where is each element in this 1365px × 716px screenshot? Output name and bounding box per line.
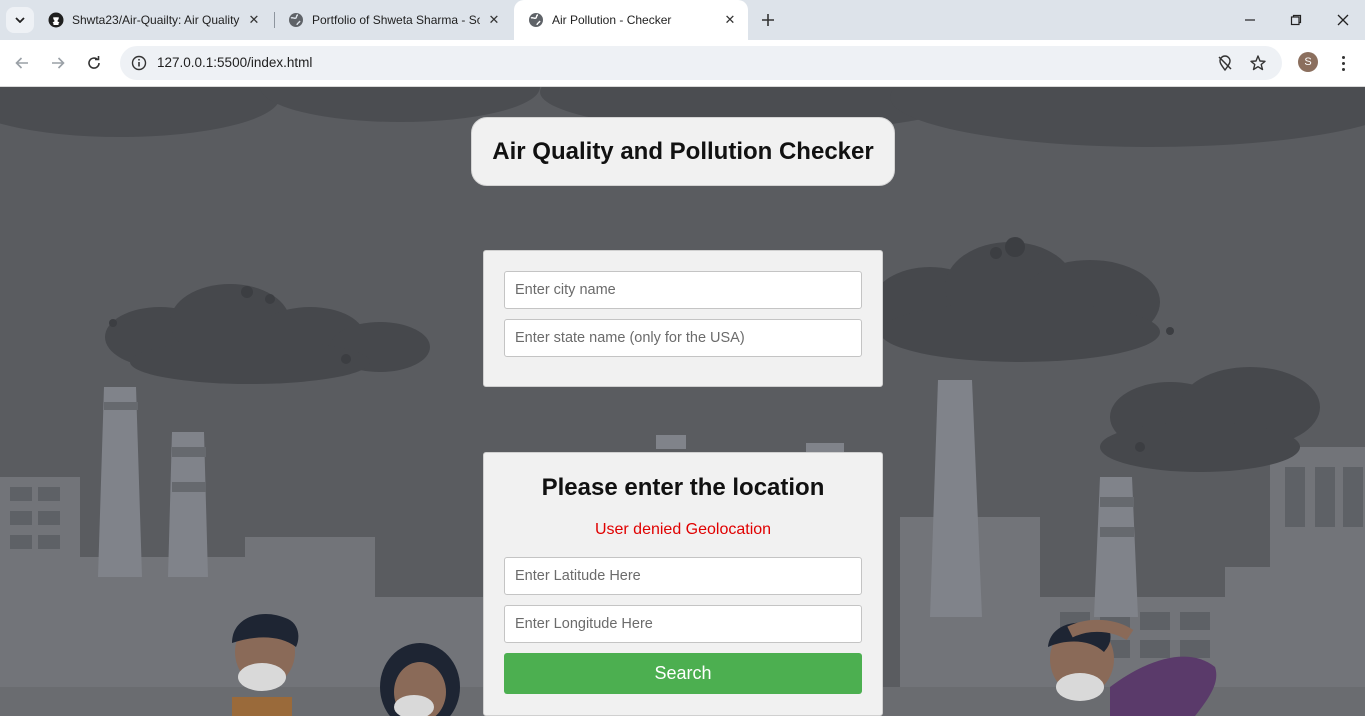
back-icon[interactable] — [10, 51, 34, 75]
latitude-input[interactable] — [504, 557, 862, 595]
page-title-card: Air Quality and Pollution Checker — [471, 117, 895, 186]
profile-avatar[interactable]: S — [1298, 52, 1318, 72]
address-bar[interactable]: 127.0.0.1:5500/index.html — [120, 46, 1282, 80]
globe-icon — [288, 12, 304, 28]
new-tab-icon[interactable] — [756, 8, 780, 32]
close-window-icon[interactable] — [1331, 8, 1355, 32]
location-heading: Please enter the location — [541, 474, 825, 501]
url-text: 127.0.0.1:5500/index.html — [157, 55, 313, 70]
tab-github[interactable]: Shwta23/Air-Quailty: Air Quality ✕ — [34, 0, 272, 40]
forward-icon[interactable] — [46, 51, 70, 75]
globe-icon — [528, 12, 544, 28]
city-search-card — [483, 250, 883, 387]
browser-menu-icon[interactable] — [1333, 52, 1353, 74]
tab-label: Portfolio of Shweta Sharma - So — [312, 13, 480, 27]
person-illustration-left — [232, 613, 299, 716]
longitude-input[interactable] — [504, 605, 862, 643]
page-viewport: Air Quality and Pollution Checker Please… — [0, 87, 1365, 716]
tab-label: Air Pollution - Checker — [552, 13, 672, 27]
location-blocked-icon[interactable] — [1215, 53, 1235, 73]
bookmark-star-icon[interactable] — [1248, 53, 1268, 73]
geolocation-error-message: User denied Geolocation — [594, 521, 772, 538]
close-tab-icon[interactable]: ✕ — [722, 12, 738, 28]
tab-strip: Shwta23/Air-Quailty: Air Quality ✕ Portf… — [0, 0, 1365, 40]
location-card: Please enter the location User denied Ge… — [483, 452, 883, 716]
close-tab-icon[interactable]: ✕ — [486, 12, 502, 28]
state-input[interactable] — [504, 319, 862, 357]
close-tab-icon[interactable]: ✕ — [246, 12, 262, 28]
tab-portfolio[interactable]: Portfolio of Shweta Sharma - So ✕ — [274, 0, 512, 40]
page-title: Air Quality and Pollution Checker — [492, 137, 874, 165]
tab-air-pollution[interactable]: Air Pollution - Checker ✕ — [514, 0, 748, 40]
tab-search-chevron-icon[interactable] — [6, 7, 34, 33]
city-input[interactable] — [504, 271, 862, 309]
search-button[interactable]: Search — [504, 653, 862, 694]
restore-icon[interactable] — [1284, 8, 1308, 32]
reload-icon[interactable] — [82, 51, 106, 75]
browser-toolbar: 127.0.0.1:5500/index.html S — [0, 40, 1365, 87]
minimize-icon[interactable] — [1238, 8, 1262, 32]
site-info-icon[interactable] — [130, 54, 148, 72]
tab-label: Shwta23/Air-Quailty: Air Quality — [72, 13, 240, 27]
github-icon — [48, 12, 64, 28]
